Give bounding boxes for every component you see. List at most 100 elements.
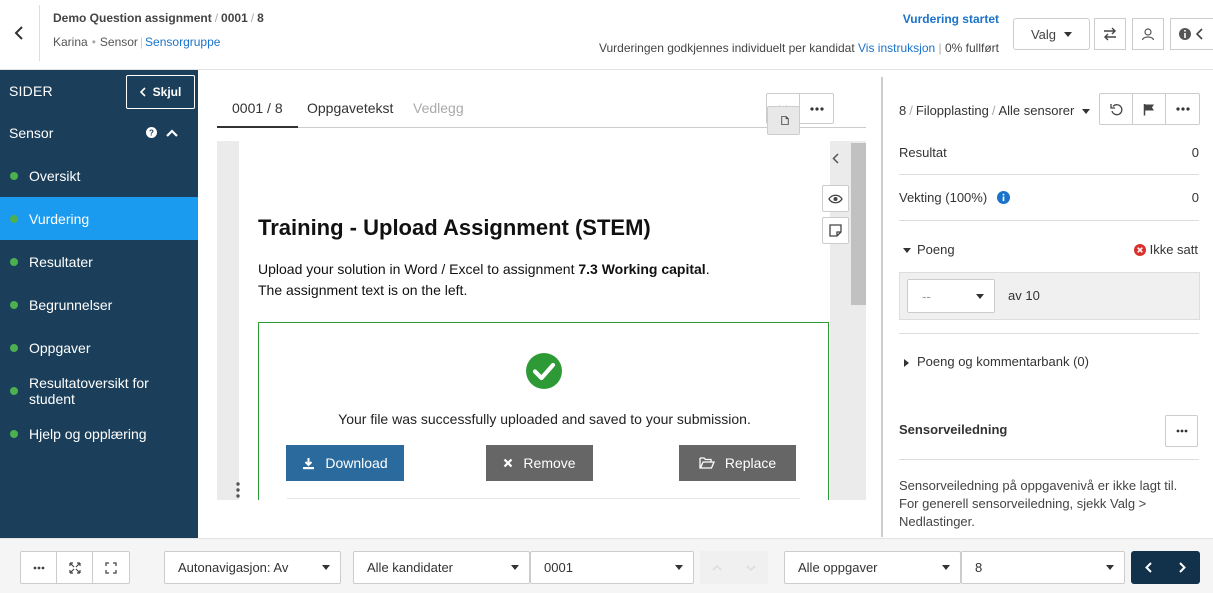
sidebar-item-vurdering[interactable]: Vurdering (0, 197, 198, 240)
expand-button[interactable] (57, 552, 93, 583)
previous-candidate-button[interactable] (700, 551, 734, 584)
sidebar-item-hjelp[interactable]: Hjelp og opplæring (0, 412, 198, 455)
bottom-more-button[interactable] (21, 552, 57, 583)
scrollbar-thumb[interactable] (851, 143, 866, 305)
chevron-up-icon[interactable] (166, 128, 178, 137)
previous-task-button[interactable] (1131, 551, 1165, 584)
status-dot-icon (10, 214, 18, 223)
caret-down-icon (1106, 565, 1114, 570)
user-name: Karina (53, 35, 88, 49)
sidebar-item-label: Resultater (29, 253, 93, 270)
candidates-filter-value: Alle kandidater (367, 560, 453, 575)
sensorgroup-link[interactable]: Sensorgruppe (145, 35, 220, 49)
viewer-scrollbar[interactable] (851, 141, 866, 500)
download-icon (303, 457, 315, 469)
flag-button[interactable] (1133, 94, 1166, 124)
collapse-viewer-button[interactable] (822, 145, 849, 172)
caret-down-icon (942, 565, 950, 570)
replace-button[interactable]: Replace (679, 445, 796, 481)
view-tools (766, 93, 834, 135)
tab-vedlegg[interactable]: Vedlegg (413, 88, 464, 128)
sidebar-item-resultatoversikt[interactable]: Resultatoversikt for student (0, 369, 198, 412)
status-dot-icon (10, 300, 18, 309)
caret-down-icon[interactable] (1081, 109, 1090, 115)
swap-arrows-icon (1104, 27, 1116, 41)
vekting-label: Vekting (100%) (899, 190, 988, 205)
instruction-text: Upload your solution in Word / Excel to … (258, 261, 579, 277)
annotation-button[interactable] (822, 217, 849, 244)
drag-handle-icon[interactable] (235, 482, 241, 498)
tab-answer[interactable]: 0001 / 8 (217, 88, 298, 128)
sidebar-item-label: Vurdering (29, 210, 90, 227)
next-candidate-button[interactable] (734, 551, 768, 584)
breadcrumb-question: 8 (257, 11, 264, 25)
autonav-value: Autonavigasjon: Av (178, 560, 289, 575)
tab-oppgavetekst[interactable]: Oppgavetekst (307, 88, 393, 128)
document-title: Training - Upload Assignment (STEM) (258, 215, 651, 240)
sensor-filter[interactable]: Alle sensorer (998, 103, 1074, 118)
tasks-filter-select[interactable]: Alle oppgaver (784, 551, 961, 584)
chevron-left-icon (832, 153, 839, 164)
info-toggle-button[interactable] (1170, 18, 1213, 50)
question-header: 8/Filopplasting / Alle sensorer (899, 103, 1090, 118)
download-button[interactable]: Download (286, 445, 404, 481)
header-divider (39, 5, 40, 61)
back-button[interactable] (0, 10, 38, 56)
panel-more-button[interactable] (1166, 94, 1199, 124)
hide-label: Skjul (152, 85, 182, 99)
expand-arrows-icon (68, 561, 81, 574)
caret-down-icon (675, 565, 683, 570)
close-icon (504, 458, 513, 468)
sidebar-item-begrunnelser[interactable]: Begrunnelser (0, 283, 198, 326)
info-icon[interactable] (996, 191, 1010, 204)
resultat-label: Resultat (899, 145, 947, 160)
instruction-period: . (705, 261, 710, 277)
guidance-title: Sensorveiledning (899, 422, 1008, 437)
error-circle-icon (1133, 243, 1146, 256)
anonymous-button[interactable] (1132, 18, 1164, 50)
candidates-filter-select[interactable]: Alle kandidater (353, 551, 530, 584)
poeng-status-text: Ikke satt (1149, 242, 1198, 257)
remove-button[interactable]: Remove (486, 445, 593, 481)
sidebar-item-oversikt[interactable]: Oversikt (0, 154, 198, 197)
show-instructions-link[interactable]: Vis instruksjon (858, 41, 935, 55)
task-pager (1131, 551, 1200, 584)
preview-button[interactable] (822, 185, 849, 212)
undo-icon (1109, 103, 1122, 115)
autonav-select[interactable]: Autonavigasjon: Av (164, 551, 341, 584)
valg-dropdown[interactable]: Valg (1013, 18, 1090, 50)
help-icon[interactable]: ? (146, 127, 157, 138)
more-options-button[interactable] (800, 94, 833, 123)
divider (899, 220, 1199, 221)
comment-bank-toggle[interactable]: Poeng og kommentarbank (0) (899, 354, 1089, 369)
next-task-button[interactable] (1165, 551, 1199, 584)
divider (899, 174, 1199, 175)
approval-note: Vurderingen godkjennes individuelt per k… (598, 41, 999, 55)
upload-divider (287, 498, 800, 499)
fullscreen-button[interactable] (93, 552, 129, 583)
task-select[interactable]: 8 (961, 551, 1125, 584)
reset-button[interactable] (1100, 94, 1133, 124)
sidebar-item-oppgaver[interactable]: Oppgaver (0, 326, 198, 369)
sidebar-item-resultater[interactable]: Resultater (0, 240, 198, 283)
swap-button[interactable] (1094, 18, 1126, 50)
document-view-button[interactable] (767, 106, 800, 135)
ellipsis-icon (1175, 107, 1190, 111)
folder-open-icon (699, 457, 715, 469)
upload-status-box: Your file was successfully uploaded and … (258, 322, 829, 500)
chevron-left-icon (139, 87, 146, 97)
guidance-more-button[interactable] (1165, 415, 1198, 447)
sidebar-title: SIDER (9, 83, 53, 99)
ellipsis-icon (809, 106, 824, 111)
valg-label: Valg (1030, 26, 1057, 42)
info-collapse-icon (1178, 28, 1203, 40)
poeng-select[interactable]: -- (907, 279, 995, 313)
flag-icon (1143, 103, 1154, 115)
candidate-select[interactable]: 0001 (530, 551, 694, 584)
document-page: Training - Upload Assignment (STEM) Uplo… (239, 141, 830, 500)
hide-sidebar-button[interactable]: Skjul (126, 75, 195, 109)
sidebar: SIDER Skjul Sensor ? Oversikt Vurdering … (0, 70, 198, 538)
chevron-right-icon (1178, 562, 1186, 573)
progress-text: 0% fullført (944, 41, 999, 55)
poeng-toggle[interactable]: Poeng (899, 242, 955, 257)
